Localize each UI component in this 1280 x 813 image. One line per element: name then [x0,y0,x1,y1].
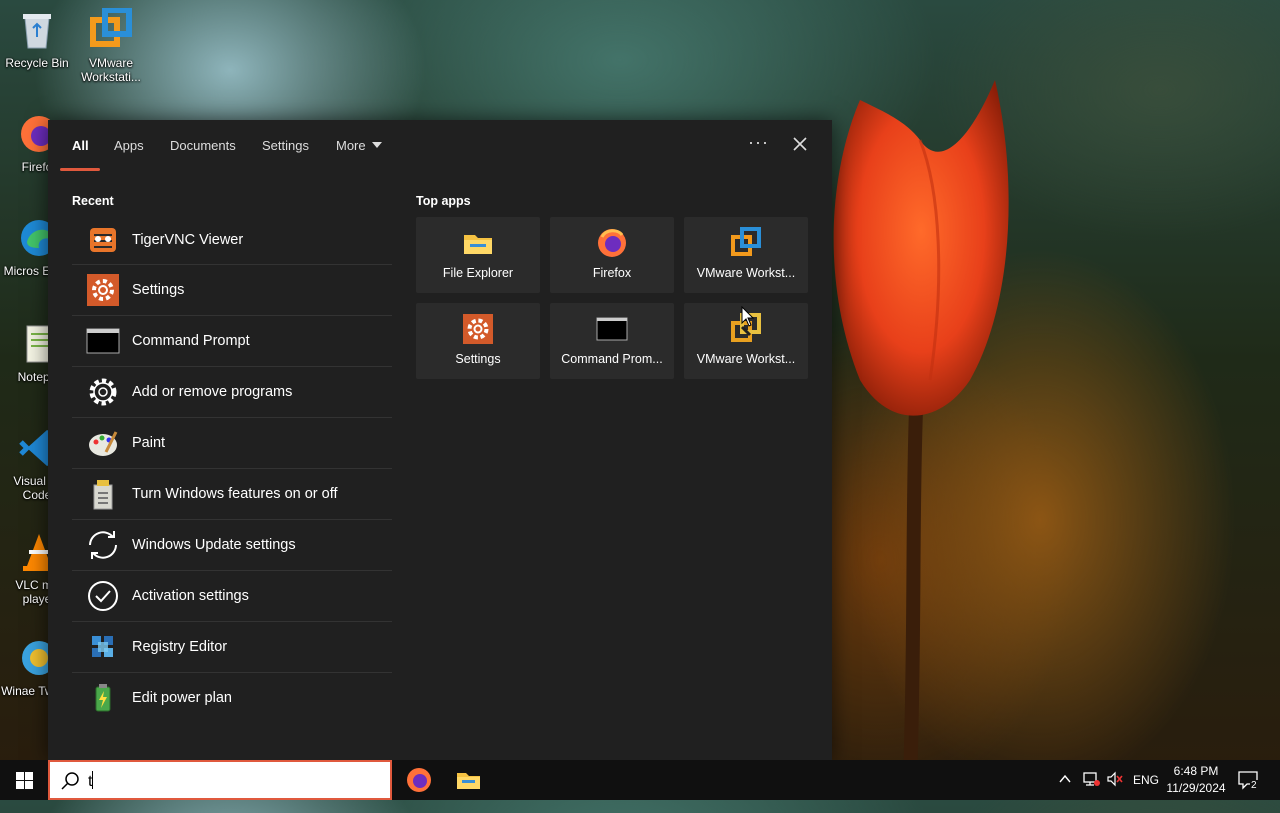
tab-settings[interactable]: Settings [262,138,309,153]
wallpaper-tulip [833,80,1009,780]
gear-icon [86,375,120,409]
recent-item-paint[interactable]: Paint [72,418,392,469]
tab-all[interactable]: All [72,138,89,153]
taskbar-file-explorer-icon[interactable] [452,764,484,796]
language-indicator[interactable]: ENG [1133,773,1159,813]
recent-item-settings[interactable]: Settings [72,265,392,316]
recent-item-add-remove-programs[interactable]: Add or remove programs [72,367,392,418]
top-app-settings[interactable]: Settings [416,303,540,379]
taskbar-search-box[interactable]: t [48,760,392,800]
action-center[interactable]: 2 [1238,770,1260,810]
text-caret [92,771,94,789]
notification-count: 2 [1250,780,1258,791]
taskbar: t ENG 6:48 PM 11/29/2024 2 [0,760,1280,800]
chevron-down-icon [371,142,382,148]
top-app-vmware-workstation[interactable]: VMware Workst... [684,217,808,293]
volume-muted-icon [1107,771,1123,787]
power-plan-icon [86,681,120,715]
vmware-icon [89,7,133,52]
taskbar-firefox-icon[interactable] [403,764,435,796]
search-tabs: All Apps Documents Settings More ··· [48,120,832,176]
settings-icon [463,314,493,344]
recent-item-registry-editor[interactable]: Registry Editor [72,622,392,673]
clock-time: 6:48 PM [1173,764,1219,778]
chevron-up-icon [1059,774,1071,783]
recent-item-tigervnc[interactable]: TigerVNC Viewer [72,216,392,265]
show-hidden-icons[interactable] [1058,772,1072,812]
tab-more[interactable]: More [336,138,382,153]
search-input[interactable]: t [88,771,94,791]
top-app-firefox[interactable]: Firefox [550,217,674,293]
update-icon [86,528,120,562]
recent-item-activation[interactable]: Activation settings [72,571,392,622]
tab-documents[interactable]: Documents [170,138,236,153]
recent-item-power-plan[interactable]: Edit power plan [72,673,392,723]
recent-list: TigerVNC Viewer Settings Command Prompt … [72,216,392,723]
tigervnc-icon [86,223,120,257]
tab-more-label: More [336,138,366,153]
command-prompt-icon [596,317,628,341]
top-apps-title: Top apps [416,194,471,208]
active-tab-indicator [60,168,100,171]
volume-tray[interactable] [1106,771,1124,811]
clock[interactable]: 6:48 PM 11/29/2024 [1166,763,1226,803]
more-options-icon[interactable]: ··· [748,132,769,153]
recycle-bin-icon [15,8,59,52]
settings-icon [86,273,120,307]
paint-icon [86,426,120,460]
firefox-icon [598,229,626,257]
windows-features-icon [86,477,120,511]
close-icon[interactable] [790,134,810,154]
clock-date: 11/29/2024 [1166,781,1226,795]
desktop-icon-recycle-bin[interactable]: Recycle Bin [0,8,74,70]
mouse-cursor-icon [741,306,755,327]
file-explorer-icon [464,235,492,254]
recent-title: Recent [72,194,114,208]
network-icon [1083,772,1100,786]
command-prompt-icon [86,324,120,358]
windows-logo-icon [16,772,33,789]
registry-editor-icon [86,630,120,664]
vmware-icon [731,227,761,256]
search-panel: All Apps Documents Settings More ··· Rec… [48,120,832,760]
tab-apps[interactable]: Apps [114,138,144,153]
recent-item-command-prompt[interactable]: Command Prompt [72,316,392,367]
network-tray[interactable] [1082,771,1100,811]
search-icon [61,772,79,790]
recent-item-windows-features[interactable]: Turn Windows features on or off [72,469,392,520]
top-app-file-explorer[interactable]: File Explorer [416,217,540,293]
top-app-command-prompt[interactable]: Command Prom... [550,303,674,379]
activation-icon [86,579,120,613]
recent-item-windows-update[interactable]: Windows Update settings [72,520,392,571]
start-button[interactable] [0,760,48,800]
desktop-icon-vmware-workstation[interactable]: VMware Workstati... [74,7,148,84]
